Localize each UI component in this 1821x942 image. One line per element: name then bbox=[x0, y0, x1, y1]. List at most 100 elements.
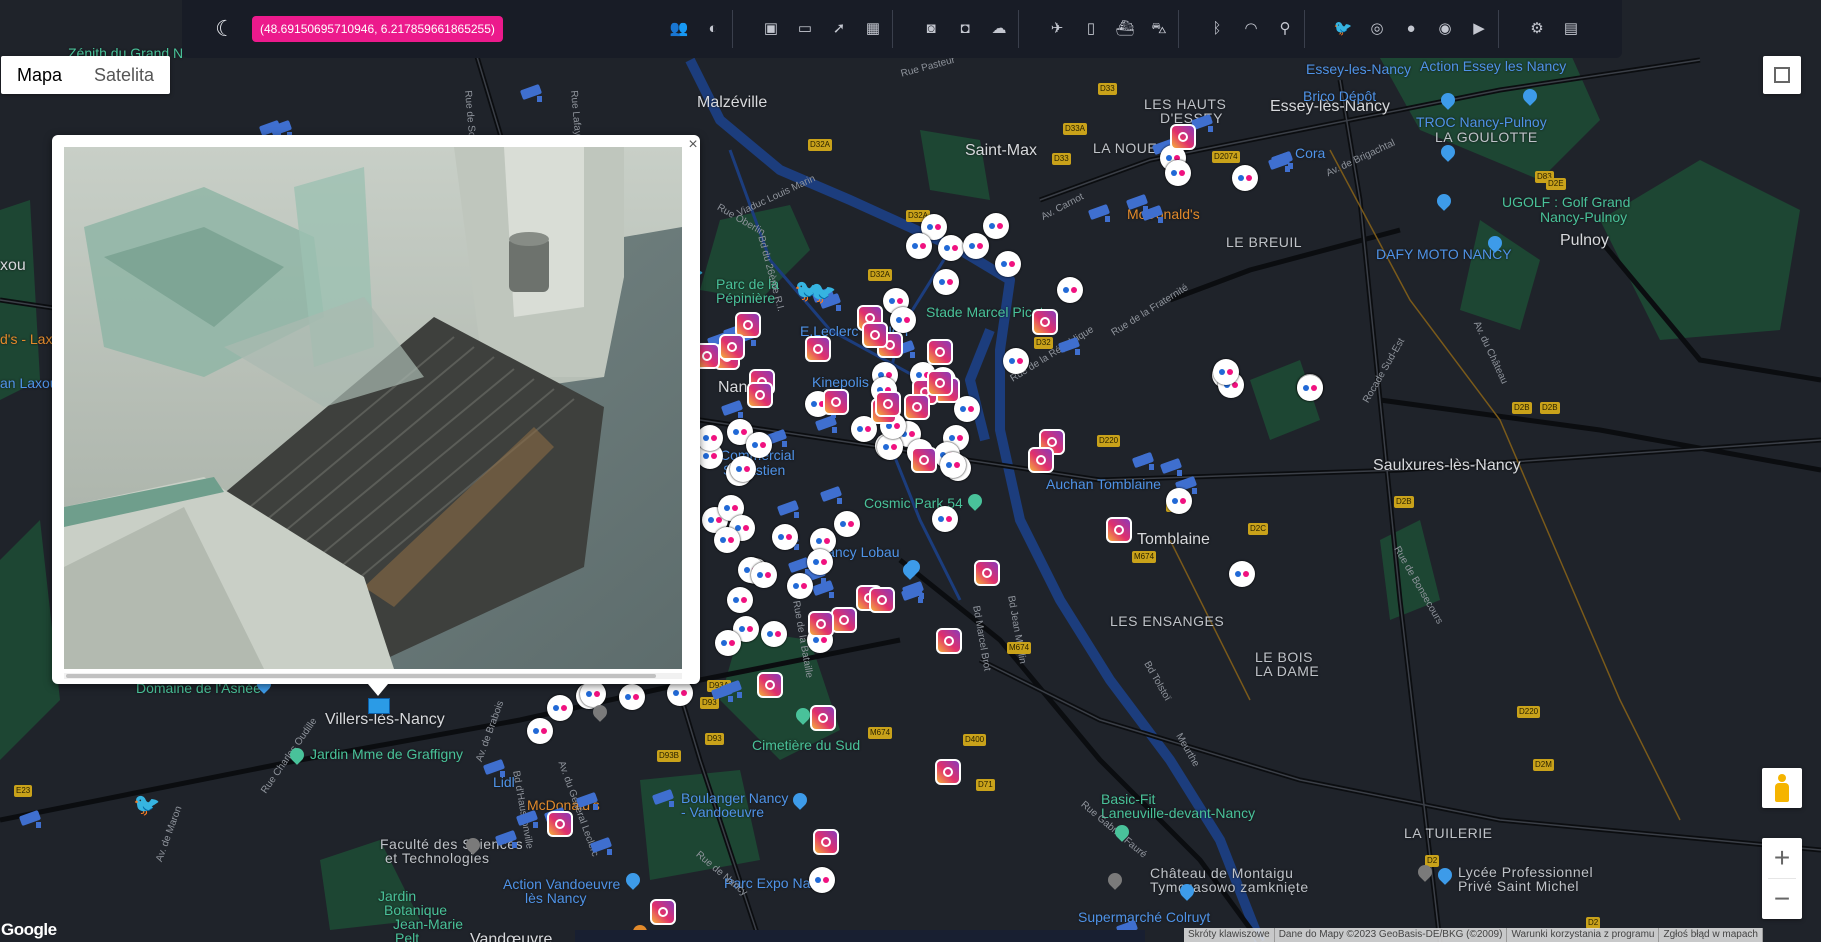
instagram-marker-icon[interactable] bbox=[823, 389, 849, 415]
flickr-marker-icon[interactable] bbox=[1213, 359, 1239, 385]
webcam-marker-icon[interactable] bbox=[519, 84, 545, 102]
moon-icon[interactable]: ☾ bbox=[212, 16, 238, 42]
instagram-marker-icon[interactable] bbox=[1170, 124, 1196, 150]
flickr-marker-icon[interactable] bbox=[727, 587, 753, 613]
webcam-marker-icon[interactable] bbox=[1131, 452, 1157, 470]
car-icon[interactable]: ⛍ bbox=[1146, 16, 1172, 42]
building-icon[interactable]: ▦ bbox=[860, 16, 886, 42]
pegman-icon[interactable] bbox=[1762, 768, 1802, 808]
webcam-marker-icon[interactable] bbox=[589, 837, 615, 855]
wifi-icon[interactable]: ◠ bbox=[1238, 16, 1264, 42]
flickr-marker-icon[interactable] bbox=[1003, 348, 1029, 374]
close-icon[interactable]: × bbox=[685, 137, 701, 153]
flickr-marker-icon[interactable] bbox=[772, 524, 798, 550]
flickr-marker-icon[interactable] bbox=[714, 527, 740, 553]
webcam-marker-icon[interactable] bbox=[811, 580, 837, 598]
zoom-in-button[interactable]: + bbox=[1762, 838, 1802, 878]
fullscreen-icon[interactable] bbox=[1763, 56, 1801, 94]
flickr-marker-icon[interactable] bbox=[995, 251, 1021, 277]
plane-icon[interactable]: ✈ bbox=[1044, 16, 1070, 42]
webcam-marker-icon[interactable] bbox=[710, 684, 736, 702]
instagram-marker-icon[interactable] bbox=[1106, 517, 1132, 543]
webcam-marker-icon[interactable] bbox=[575, 792, 601, 810]
bluetooth-icon[interactable]: ᛒ bbox=[1204, 16, 1230, 42]
webcam-marker-icon[interactable] bbox=[814, 415, 840, 433]
flickr-marker-icon[interactable] bbox=[527, 718, 553, 744]
cloud-icon[interactable]: ☁ bbox=[986, 16, 1012, 42]
instagram-marker-icon[interactable] bbox=[547, 811, 573, 837]
flickr-marker-icon[interactable] bbox=[809, 867, 835, 893]
instagram-marker-icon[interactable] bbox=[904, 394, 930, 420]
share-icon[interactable]: ➚ bbox=[826, 16, 852, 42]
antenna-icon[interactable]: ⚲ bbox=[1272, 16, 1298, 42]
flickr-marker-icon[interactable] bbox=[730, 456, 756, 482]
webcam-marker-icon[interactable] bbox=[1159, 458, 1185, 476]
instagram-marker-icon[interactable] bbox=[911, 447, 937, 473]
webcam-marker-icon[interactable] bbox=[1087, 204, 1113, 222]
webcam-marker-icon[interactable] bbox=[819, 486, 845, 504]
instagram-marker-icon[interactable] bbox=[757, 672, 783, 698]
flickr-marker-icon[interactable] bbox=[1057, 277, 1083, 303]
instagram-marker-icon[interactable] bbox=[935, 759, 961, 785]
flickr-marker-icon[interactable] bbox=[940, 452, 966, 478]
people-icon[interactable]: 👥 bbox=[666, 16, 692, 42]
map-type-map-button[interactable]: Mapa bbox=[1, 56, 78, 94]
instagram-marker-icon[interactable] bbox=[813, 829, 839, 855]
instagram-marker-icon[interactable] bbox=[747, 382, 773, 408]
instagram-marker-icon[interactable] bbox=[974, 560, 1000, 586]
video-icon[interactable]: ▣ bbox=[758, 16, 784, 42]
flickr-marker-icon[interactable] bbox=[547, 695, 573, 721]
flickr-marker-icon[interactable] bbox=[983, 213, 1009, 239]
instagram-marker-icon[interactable] bbox=[650, 899, 676, 925]
instagram-marker-icon[interactable] bbox=[862, 322, 888, 348]
flickr-marker-icon[interactable] bbox=[1229, 561, 1255, 587]
flickr-marker-icon[interactable] bbox=[1165, 160, 1191, 186]
popup-scrollbar[interactable] bbox=[64, 673, 682, 679]
webcam-marker-icon[interactable] bbox=[776, 500, 802, 518]
settings-icon[interactable]: ⚙ bbox=[1524, 16, 1550, 42]
train-icon[interactable]: ▯ bbox=[1078, 16, 1104, 42]
eye-icon[interactable]: ◉ bbox=[1432, 16, 1458, 42]
attribution-link[interactable]: Dane do Mapy ©2023 GeoBasis-DE/BKG (©200… bbox=[1275, 928, 1508, 942]
webcam-marker-icon[interactable] bbox=[1057, 337, 1083, 355]
flickr-marker-icon[interactable] bbox=[807, 549, 833, 575]
webcam-marker-icon[interactable] bbox=[900, 585, 926, 603]
monitor-icon[interactable]: ▭ bbox=[792, 16, 818, 42]
flickr-marker-icon[interactable] bbox=[715, 630, 741, 656]
webcam-marker-icon[interactable] bbox=[720, 400, 746, 418]
instagram-marker-icon[interactable] bbox=[808, 611, 834, 637]
flickr-marker-icon[interactable] bbox=[1297, 375, 1323, 401]
attribution-link[interactable]: Zgłoś błąd w mapach bbox=[1659, 928, 1763, 942]
camera-icon[interactable]: ◙ bbox=[918, 16, 944, 42]
flickr-marker-icon[interactable] bbox=[932, 506, 958, 532]
webcam-marker-icon[interactable] bbox=[18, 810, 44, 828]
flickr-marker-icon[interactable] bbox=[580, 681, 606, 707]
instagram-icon[interactable]: ◎ bbox=[1364, 16, 1390, 42]
twitter-marker-icon[interactable]: 🐦 bbox=[133, 794, 160, 816]
attribution-link[interactable]: Warunki korzystania z programu bbox=[1507, 928, 1660, 942]
attribution-link[interactable]: Skróty klawiszowe bbox=[1184, 928, 1275, 942]
flickr-marker-icon[interactable] bbox=[697, 425, 723, 451]
webcam-marker-icon[interactable] bbox=[1140, 205, 1166, 223]
twitter-marker-icon[interactable]: 🐦 bbox=[794, 280, 821, 302]
flickr-marker-icon[interactable] bbox=[938, 235, 964, 261]
instagram-marker-icon[interactable] bbox=[869, 587, 895, 613]
youtube-icon[interactable]: ▶ bbox=[1466, 16, 1492, 42]
ship-icon[interactable]: ⛴ bbox=[1112, 16, 1138, 42]
flickr-marker-icon[interactable] bbox=[1166, 488, 1192, 514]
twitter-icon[interactable]: 🐦 bbox=[1330, 16, 1356, 42]
mask-icon[interactable]: ◐ bbox=[700, 16, 726, 42]
flickr-marker-icon[interactable] bbox=[751, 562, 777, 588]
flickr-marker-icon[interactable] bbox=[619, 684, 645, 710]
map-type-satellite-button[interactable]: Satelita bbox=[78, 56, 170, 94]
flickr-marker-icon[interactable] bbox=[1232, 165, 1258, 191]
instagram-marker-icon[interactable] bbox=[936, 628, 962, 654]
webcam-marker-icon[interactable] bbox=[651, 789, 677, 807]
webcam-marker-icon[interactable] bbox=[1267, 154, 1293, 172]
zoom-out-button[interactable]: − bbox=[1762, 879, 1802, 919]
flickr-marker-icon[interactable] bbox=[746, 432, 772, 458]
instagram-marker-icon[interactable] bbox=[805, 336, 831, 362]
flickr-marker-icon[interactable] bbox=[963, 233, 989, 259]
instagram-marker-icon[interactable] bbox=[875, 391, 901, 417]
flickr-icon[interactable]: ● bbox=[1398, 16, 1424, 42]
